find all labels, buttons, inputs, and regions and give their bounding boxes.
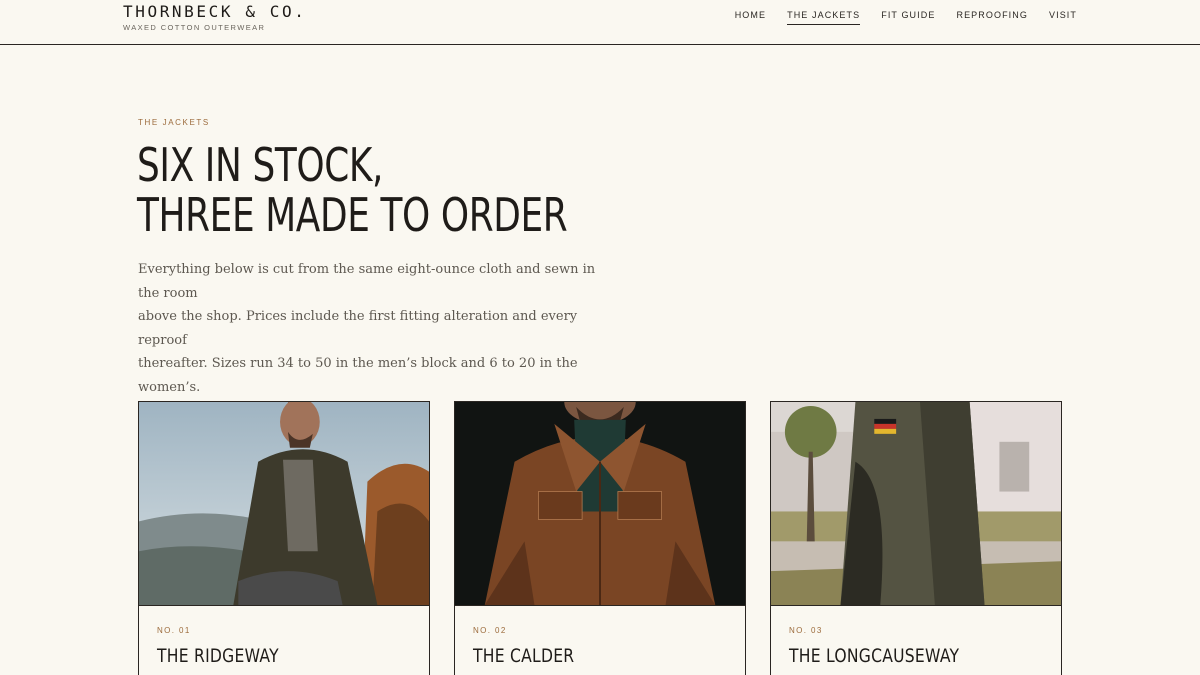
headline-line-2: THREE MADE TO ORDER xyxy=(137,188,568,242)
product-photo-ridgeway[interactable] xyxy=(139,402,429,606)
product-card-ridgeway[interactable]: NO. 01 THE RIDGEWAY xyxy=(138,401,430,675)
section-eyebrow: THE JACKETS xyxy=(138,118,210,127)
product-card-calder[interactable]: NO. 02 THE CALDER xyxy=(454,401,746,675)
site-header: THORNBECK & CO. WAXED COTTON OUTERWEAR H… xyxy=(0,0,1200,45)
intro-line-3: thereafter. Sizes run 34 to 50 in the me… xyxy=(138,356,578,395)
brand-logo[interactable]: THORNBECK & CO. WAXED COTTON OUTERWEAR xyxy=(123,3,307,33)
intro-line-2: above the shop. Prices include the first… xyxy=(138,309,578,348)
intro-paragraph: Everything below is cut from the same ei… xyxy=(138,258,618,399)
product-name[interactable]: THE LONGCAUSEWAY xyxy=(789,645,959,667)
main-nav: HOME THE JACKETS FIT GUIDE REPROOFING VI… xyxy=(735,10,1077,25)
product-card-longcauseway[interactable]: NO. 03 THE LONGCAUSEWAY xyxy=(770,401,1062,675)
nav-visit[interactable]: VISIT xyxy=(1049,10,1077,25)
brand-name[interactable]: THORNBECK & CO. xyxy=(123,3,307,21)
product-name[interactable]: THE RIDGEWAY xyxy=(157,645,279,667)
headline-line-1: SIX IN STOCK, xyxy=(137,138,384,192)
nav-fit-guide[interactable]: FIT GUIDE xyxy=(881,10,935,25)
product-photo-longcauseway[interactable] xyxy=(771,402,1061,606)
product-name[interactable]: THE CALDER xyxy=(473,645,574,667)
nav-the-jackets[interactable]: THE JACKETS xyxy=(787,10,861,25)
intro-line-1: Everything below is cut from the same ei… xyxy=(138,262,596,301)
page-headline: SIX IN STOCK, THREE MADE TO ORDER xyxy=(137,138,568,242)
product-number: NO. 02 xyxy=(473,626,507,635)
brand-tagline: WAXED COTTON OUTERWEAR xyxy=(123,23,266,32)
product-number: NO. 01 xyxy=(157,626,191,635)
product-photo-calder[interactable] xyxy=(455,402,745,606)
product-number: NO. 03 xyxy=(789,626,823,635)
nav-reproofing[interactable]: REPROOFING xyxy=(956,10,1028,25)
nav-home[interactable]: HOME xyxy=(735,10,766,25)
